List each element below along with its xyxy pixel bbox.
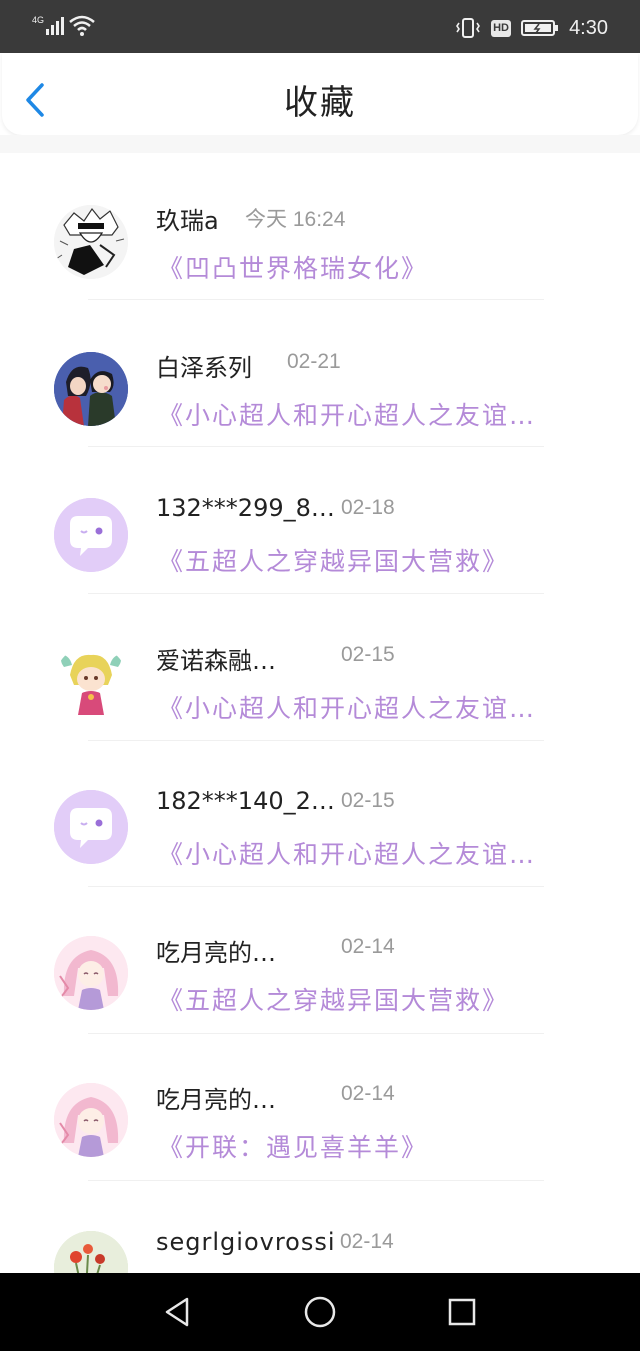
circle-home-icon <box>304 1296 336 1328</box>
chibi-character-avatar <box>54 645 128 719</box>
manga-character-avatar <box>54 205 128 279</box>
avatar[interactable] <box>54 1083 128 1157</box>
battery-icon <box>521 20 559 36</box>
item-name: 182***140_2… <box>156 787 335 815</box>
home-nav-button[interactable] <box>303 1295 337 1329</box>
header: 收藏 <box>2 53 638 135</box>
system-nav-bar <box>0 1273 640 1351</box>
avatar[interactable] <box>54 936 128 1010</box>
item-name: 吃月亮的… <box>156 939 276 967</box>
list-item[interactable]: 132***299_8… 02-18 《五超人之穿越异国大营救》 <box>0 447 640 594</box>
avatar[interactable] <box>54 352 128 426</box>
item-name: 爱诺森融… <box>156 647 276 675</box>
list-item[interactable]: 吃月亮的… 02-14 《开联：遇见喜羊羊》 <box>0 1034 640 1181</box>
avatar[interactable] <box>54 205 128 279</box>
item-name: 132***299_8… <box>156 494 335 522</box>
item-date: 02-14 <box>341 935 395 958</box>
item-name: 玖瑞a <box>156 207 219 235</box>
signal-icon: 4G <box>32 15 95 36</box>
status-bar: 4G HD 4:30 <box>0 0 640 53</box>
list-item[interactable]: 玖瑞a 今天 16:24 《凹凸世界格瑞女化》 <box>0 153 640 300</box>
item-date: 02-21 <box>287 350 341 373</box>
item-date: 02-15 <box>341 789 395 812</box>
item-book-title[interactable]: 《小心超人和开心超人之友谊… <box>158 689 536 725</box>
default-chat-avatar <box>54 790 128 864</box>
clock: 4:30 <box>569 16 608 39</box>
hd-badge: HD <box>491 19 512 37</box>
item-book-title[interactable]: 《小心超人和开心超人之友谊… <box>158 835 536 871</box>
vibrate-icon <box>456 18 481 38</box>
list-item[interactable]: 182***140_2… 02-15 《小心超人和开心超人之友谊… <box>0 741 640 888</box>
item-book-title[interactable]: 《开联：遇见喜羊羊》 <box>158 1128 428 1164</box>
flower-avatar <box>54 1231 128 1273</box>
item-book-title[interactable]: 《小心超人和开心超人之友谊… <box>158 396 536 432</box>
item-date: 今天 16:24 <box>245 208 346 231</box>
pink-anime-avatar <box>54 936 128 1010</box>
list-item[interactable]: 白泽系列 02-21 《小心超人和开心超人之友谊… <box>0 300 640 447</box>
square-recents-icon <box>448 1298 476 1326</box>
back-nav-button[interactable] <box>161 1295 195 1329</box>
avatar[interactable] <box>54 790 128 864</box>
list-item[interactable]: 吃月亮的… 02-14 《五超人之穿越异国大营救》 <box>0 887 640 1034</box>
svg-text:4G: 4G <box>32 15 44 25</box>
item-name: segrlgiovrossi <box>156 1228 336 1256</box>
page-title: 收藏 <box>284 83 356 123</box>
anime-couple-avatar <box>54 352 128 426</box>
list-item[interactable]: segrlgiovrossi 02-14 <box>0 1181 640 1273</box>
item-name: 吃月亮的… <box>156 1086 276 1114</box>
recents-nav-button[interactable] <box>445 1295 479 1329</box>
item-date: 02-14 <box>341 1082 395 1105</box>
item-book-title[interactable]: 《五超人之穿越异国大营救》 <box>158 981 509 1017</box>
avatar[interactable] <box>54 498 128 572</box>
pink-anime-avatar <box>54 1083 128 1157</box>
system-indicators: HD 4:30 <box>455 14 608 42</box>
header-divider <box>0 135 640 153</box>
avatar[interactable] <box>54 645 128 719</box>
item-book-title[interactable]: 《五超人之穿越异国大营救》 <box>158 542 509 578</box>
item-date: 02-15 <box>341 643 395 666</box>
list-item[interactable]: 爱诺森融… 02-15 《小心超人和开心超人之友谊… <box>0 594 640 741</box>
wifi-icon <box>69 15 95 36</box>
triangle-back-icon <box>165 1297 189 1327</box>
favorites-list: 玖瑞a 今天 16:24 《凹凸世界格瑞女化》 白泽系列 02-21 《小心超人… <box>0 153 640 1273</box>
default-chat-avatar <box>54 498 128 572</box>
item-date: 02-14 <box>340 1230 394 1253</box>
avatar[interactable] <box>54 1231 128 1273</box>
signal-wifi-indicators: 4G <box>32 12 96 40</box>
item-book-title[interactable]: 《凹凸世界格瑞女化》 <box>158 249 428 285</box>
item-name: 白泽系列 <box>156 354 252 382</box>
item-date: 02-18 <box>341 496 395 519</box>
